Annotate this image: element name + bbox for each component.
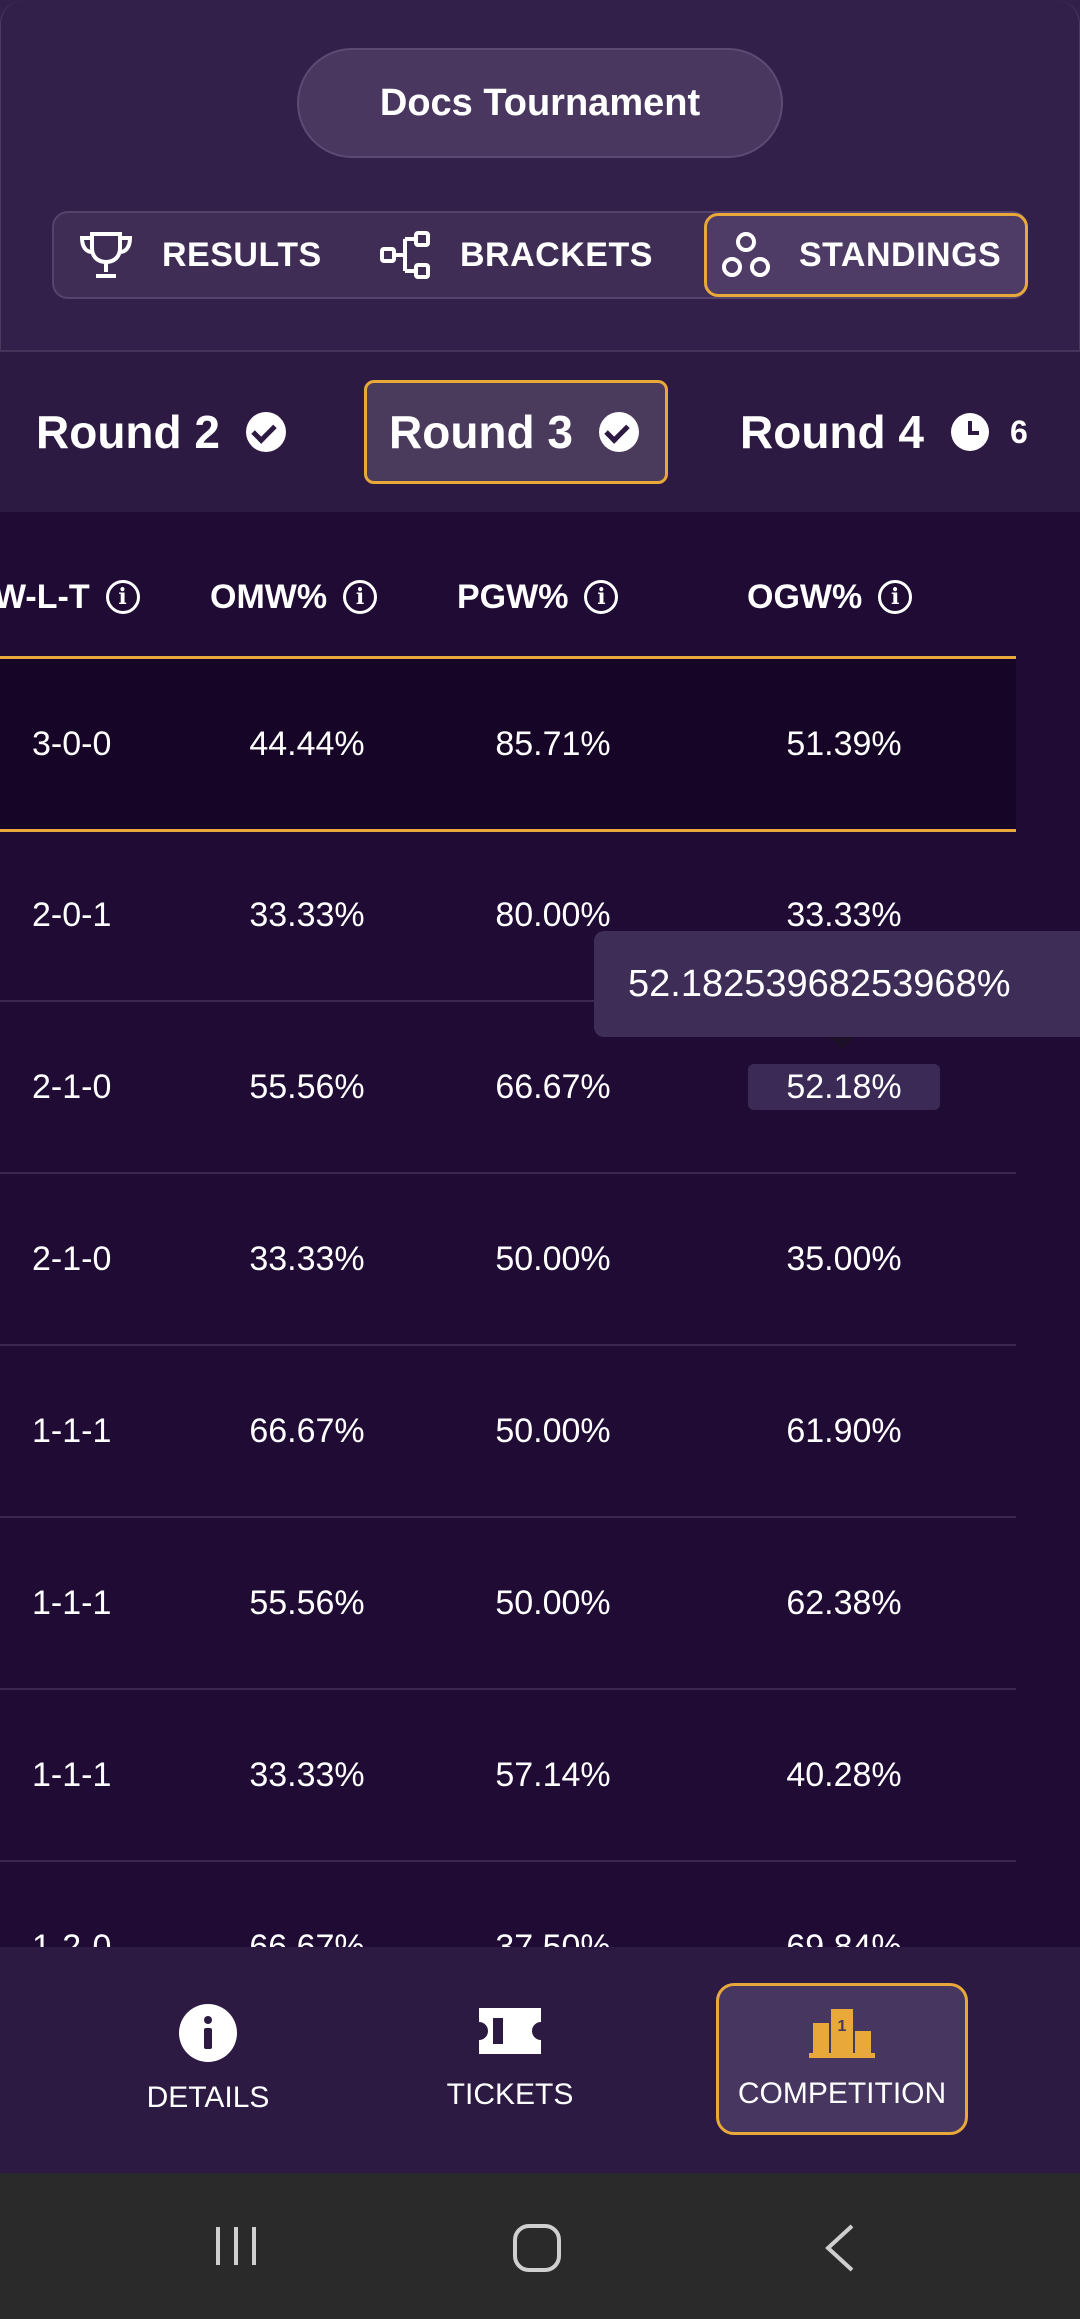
value-tooltip: 52.18253968253968% [594,931,1080,1049]
col-header-ogw: OGW% i [747,562,913,632]
header-panel: Docs Tournament RESULTS BRACKETS STANDIN… [0,0,1080,351]
nav-details-label: DETAILS [146,2081,270,2114]
cell-omw: 33.33% [249,1755,365,1794]
col-header-pgw-label: PGW% [457,577,569,616]
cell-ogw: 35.00% [786,1239,902,1278]
system-nav-bar [0,2173,1080,2319]
recent-apps-icon[interactable] [212,2223,260,2269]
cell-wlt: 2-0-1 [32,895,112,934]
table-row[interactable]: 1-1-1 33.33% 57.14% 40.28% [0,1690,1016,1862]
cell-wlt: 1-1-1 [32,1755,112,1794]
info-icon [179,2004,237,2062]
round-2[interactable]: Round 2 [36,380,286,484]
cell-omw: 66.67% [249,1927,365,1948]
cell-ogw: 51.39% [786,724,902,763]
svg-text:1: 1 [838,2018,847,2035]
info-icon[interactable]: i [105,580,140,614]
cell-pgw: 50.00% [495,1583,611,1622]
bottom-navigation: DETAILS TICKETS 1 COMPETITION [0,1947,1080,2173]
col-header-omw: OMW% i [210,562,378,632]
table-row[interactable]: 1-1-1 66.67% 50.00% 61.90% [0,1346,1016,1518]
cell-wlt: 2-1-0 [32,1239,112,1278]
back-icon[interactable] [822,2223,858,2273]
tab-standings-label: STANDINGS [799,235,1002,274]
cell-pgw: 57.14% [495,1755,611,1794]
cell-pgw: 85.71% [495,724,611,763]
cell-omw: 55.56% [249,1583,365,1622]
tab-results-label: RESULTS [162,235,322,274]
round-selector: Round 2 Round 3 Round 4 6 [0,350,1080,514]
cell-wlt: 1-2-0 [32,1927,112,1948]
cell-omw: 66.67% [249,1411,365,1450]
col-header-pgw: PGW% i [457,562,619,632]
nav-tickets[interactable]: TICKETS [420,1983,600,2135]
cell-pgw: 50.00% [495,1411,611,1450]
table-row[interactable]: 3-0-0 44.44% 85.71% 51.39% [0,656,1016,832]
tournament-title[interactable]: Docs Tournament [297,48,783,158]
cell-ogw: 40.28% [786,1755,902,1794]
cell-wlt: 1-1-1 [32,1583,112,1622]
col-header-wlt: W-L-T i [0,562,140,632]
cell-wlt: 1-1-1 [32,1411,112,1450]
podium-icon: 1 [809,2009,875,2058]
nav-details[interactable]: DETAILS [120,1983,296,2135]
round-3[interactable]: Round 3 [364,380,668,484]
tab-brackets-label: BRACKETS [460,235,653,274]
view-tabs: RESULTS BRACKETS STANDINGS [52,211,1028,299]
ticket-icon [479,2008,541,2054]
cell-pgw: 37.50% [495,1927,611,1948]
round-2-label: Round 2 [36,406,220,458]
col-header-wlt-label: W-L-T [0,577,90,616]
cell-ogw-hovered[interactable]: 52.18% [748,1064,940,1110]
round-4-count: 6 [1009,413,1028,450]
standings-icon [722,232,770,277]
standings-table[interactable]: W-L-T i OMW% i PGW% i OGW% i 3-0-0 44.44… [0,512,1080,1947]
cell-ogw: 62.38% [786,1583,902,1622]
cell-omw: 55.56% [249,1067,365,1106]
cell-pgw: 50.00% [495,1239,611,1278]
tab-standings[interactable]: STANDINGS [704,213,1028,297]
home-icon[interactable] [512,2223,562,2273]
check-circle-icon [598,412,639,452]
nav-tickets-label: TICKETS [446,2078,574,2111]
bracket-icon [380,231,430,279]
cell-omw: 33.33% [249,895,365,934]
round-3-label: Round 3 [389,406,573,458]
table-row[interactable]: 2-1-0 33.33% 50.00% 35.00% [0,1174,1016,1346]
cell-omw: 44.44% [249,724,365,763]
nav-competition-label: COMPETITION [737,2077,947,2110]
col-header-ogw-label: OGW% [747,577,863,616]
nav-competition[interactable]: 1 COMPETITION [716,1983,968,2135]
col-header-omw-label: OMW% [210,577,328,616]
tab-brackets[interactable]: BRACKETS [380,213,680,297]
cell-omw: 33.33% [249,1239,365,1278]
table-row[interactable]: 1-2-0 66.67% 37.50% 69.84% [0,1862,1016,1948]
info-icon[interactable]: i [343,580,378,614]
round-4-label: Round 4 [740,406,924,458]
cell-wlt: 2-1-0 [32,1067,112,1106]
round-4[interactable]: Round 4 6 [740,380,1028,484]
clock-icon [950,413,989,451]
tab-results[interactable]: RESULTS [78,213,388,297]
cell-ogw: 69.84% [786,1927,902,1948]
info-icon[interactable]: i [584,580,619,614]
cell-wlt: 3-0-0 [32,724,112,763]
check-circle-icon [245,412,286,452]
table-row[interactable]: 1-1-1 55.56% 50.00% 62.38% [0,1518,1016,1690]
cell-ogw: 61.90% [786,1411,902,1450]
trophy-icon [79,232,133,278]
info-icon[interactable]: i [878,580,913,614]
